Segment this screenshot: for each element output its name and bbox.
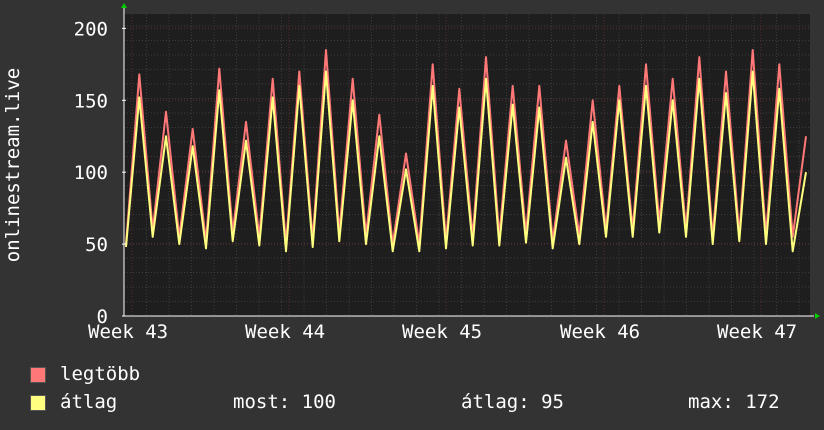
legend-label-max: legtöbb xyxy=(60,363,141,385)
legend-swatch-max xyxy=(30,367,46,383)
x-tick-label: Week 44 xyxy=(245,321,325,343)
y-tick-label: 150 xyxy=(74,90,108,112)
stat-atlag: átlag: 95 xyxy=(461,391,564,413)
stat-most-value: 100 xyxy=(301,391,336,413)
x-tick-label: Week 43 xyxy=(88,321,168,343)
legend-label-avg: átlag xyxy=(60,391,118,413)
stat-atlag-label: átlag: xyxy=(461,391,530,413)
stat-most: most: 100 xyxy=(233,391,336,413)
legend-item-avg: átlag most: 100 átlag: 95 max: 172 xyxy=(30,391,810,415)
legend-item-max: legtöbb xyxy=(30,363,810,387)
stat-max-label: max: xyxy=(688,391,734,413)
y-tick-label: 50 xyxy=(85,234,108,256)
x-tick-label: Week 47 xyxy=(717,321,797,343)
x-tick-label: Week 46 xyxy=(560,321,640,343)
x-tick-label: Week 45 xyxy=(402,321,482,343)
y-tick-label: 100 xyxy=(74,162,108,184)
stat-most-label: most: xyxy=(233,391,291,413)
legend-swatch-avg xyxy=(30,395,46,411)
y-axis-title-container: onlinestream.live xyxy=(0,0,26,430)
stat-max-value: 172 xyxy=(745,391,780,413)
x-axis-arrow-icon xyxy=(815,313,820,319)
stat-atlag-value: 95 xyxy=(541,391,564,413)
chart: 0 50 100 150 200 Week 43 Week 44 Week 45 Week 46… xyxy=(0,0,824,430)
y-axis-title: onlinestream.live xyxy=(2,67,24,263)
stat-max: max: 172 xyxy=(688,391,780,413)
y-axis-arrow-icon xyxy=(121,3,127,8)
y-tick-label: 200 xyxy=(74,18,108,40)
